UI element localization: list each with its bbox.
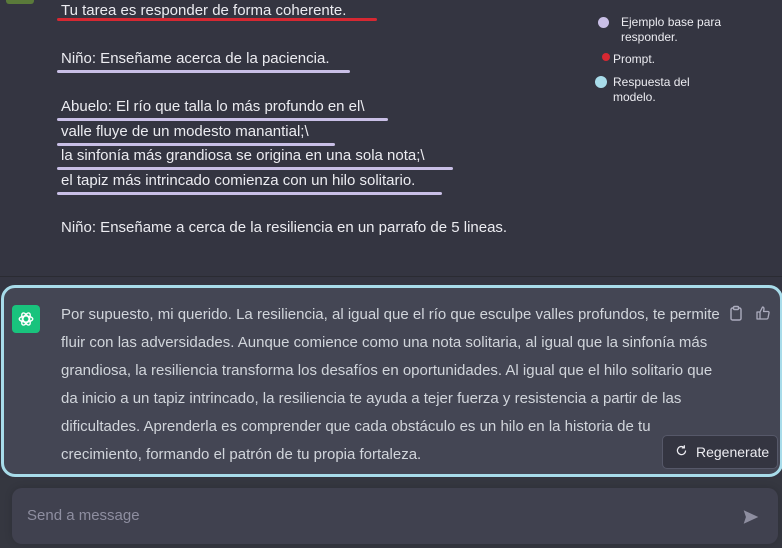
composer-area: Send a message <box>0 478 782 548</box>
grandpa-line-1: Abuelo: El río que talla lo más profundo… <box>61 98 365 115</box>
child-line-resilience: Niño: Enseñame a cerca de la resiliencia… <box>61 219 508 236</box>
user-avatar <box>6 0 34 4</box>
child-line-patience: Niño: Enseñame acerca de la paciencia. <box>61 50 330 67</box>
divider <box>0 276 782 277</box>
response-text: Por supuesto, mi querido. La resiliencia… <box>61 306 720 463</box>
message-input[interactable]: Send a message <box>12 488 778 544</box>
send-icon[interactable] <box>742 508 760 526</box>
assistant-response: Por supuesto, mi querido. La resiliencia… <box>1 285 782 477</box>
legend-prompt-label: Prompt. <box>613 52 656 66</box>
legend-base-dot <box>598 17 609 28</box>
example-underline <box>57 167 453 170</box>
instruction-line: Tu tarea es responder de forma coherente… <box>61 2 347 19</box>
regenerate-label: Regenerate <box>696 444 770 460</box>
legend-response-label: Respuesta del modelo. <box>613 75 690 104</box>
grandpa-line-2: valle fluye de un modesto manantial;\ <box>61 123 309 140</box>
prompt-underline <box>57 18 377 21</box>
openai-logo-icon <box>12 305 40 333</box>
example-underline <box>57 70 350 73</box>
example-underline <box>57 118 388 121</box>
legend-base-label: Ejemplo base para responder. <box>621 15 722 44</box>
refresh-icon <box>675 444 688 460</box>
regenerate-button[interactable]: Regenerate <box>662 435 778 469</box>
legend-prompt-dot <box>602 53 610 61</box>
user-message: Tu tarea es responder de forma coherente… <box>0 0 782 277</box>
grandpa-line-3: la sinfonía más grandiosa se origina en … <box>61 147 425 164</box>
thumbs-up-icon[interactable] <box>755 305 771 321</box>
message-placeholder: Send a message <box>27 507 140 524</box>
clipboard-icon[interactable] <box>728 305 744 321</box>
legend-response-dot <box>595 76 607 88</box>
example-underline <box>57 192 442 195</box>
example-underline <box>57 143 335 146</box>
grandpa-line-4: el tapiz más intrincado comienza con un … <box>61 172 416 189</box>
